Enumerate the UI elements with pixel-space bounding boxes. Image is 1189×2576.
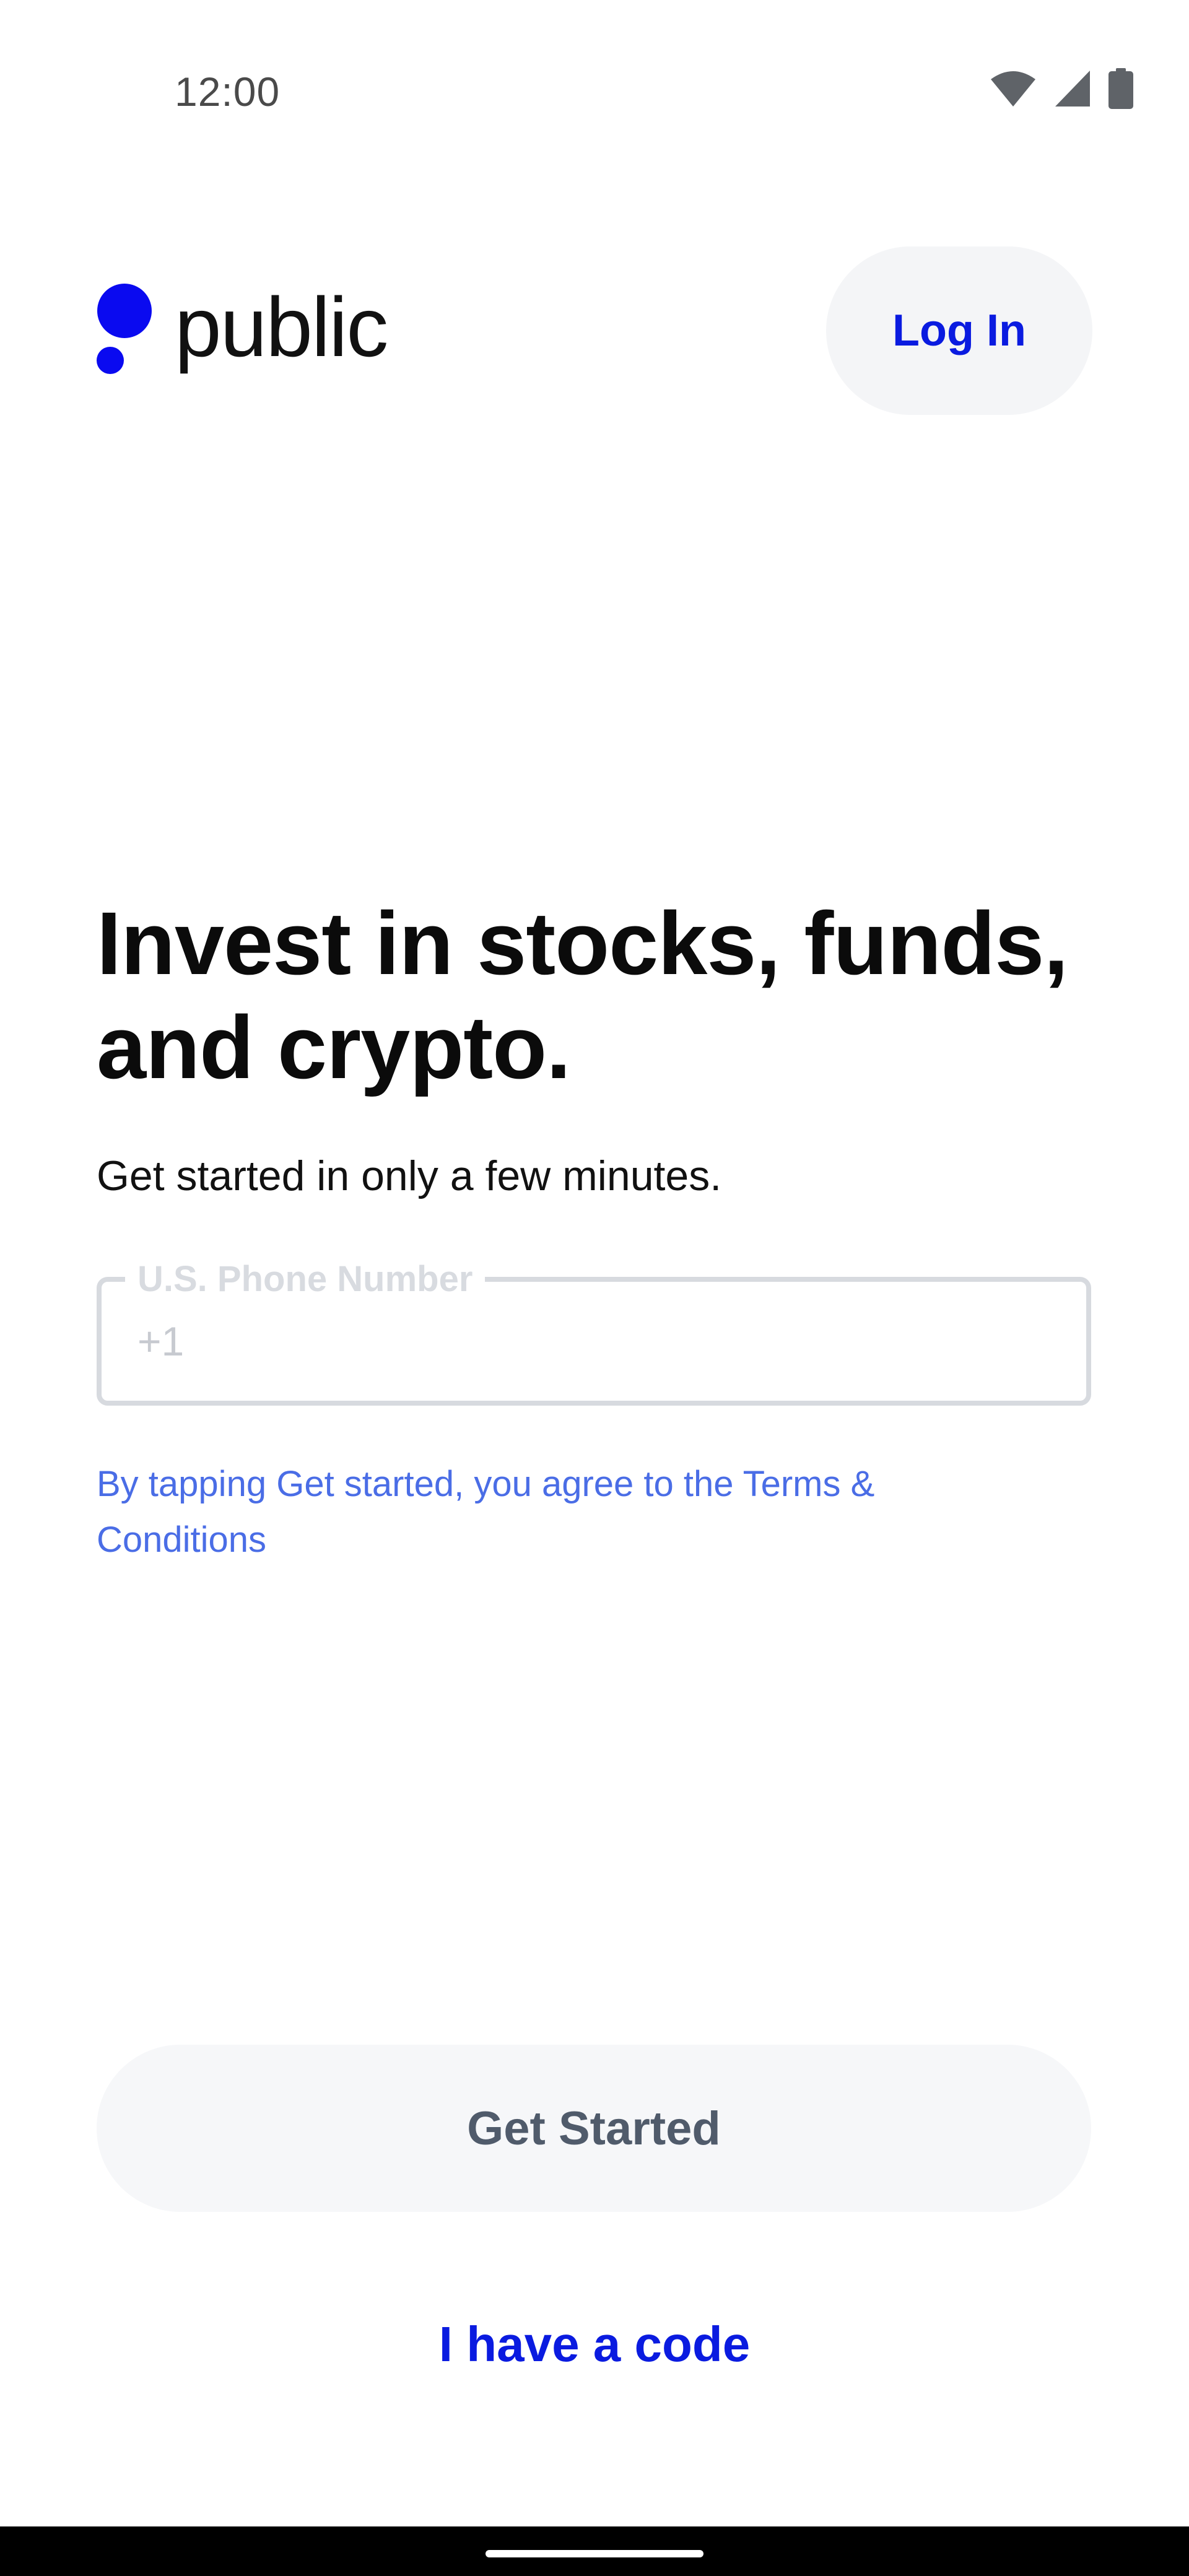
brand-name: public	[175, 280, 388, 374]
have-code-link[interactable]: I have a code	[0, 2316, 1189, 2373]
login-button[interactable]: Log In	[826, 246, 1092, 415]
get-started-button[interactable]: Get Started	[97, 2045, 1091, 2212]
wifi-icon	[990, 69, 1037, 111]
status-icons	[990, 67, 1133, 112]
terms-notice: By tapping Get started, you agree to the…	[97, 1456, 1026, 1568]
public-logo-icon	[97, 284, 152, 375]
battery-icon	[1108, 67, 1133, 112]
page-subtitle: Get started in only a few minutes.	[97, 1152, 722, 1199]
country-code-prefix: +1	[137, 1318, 185, 1364]
signup-screen: 12:00 public Log In Invest in stocks, fu…	[0, 0, 1189, 2576]
phone-number-input[interactable]	[194, 1307, 1052, 1376]
phone-number-field[interactable]: U.S. Phone Number +1	[97, 1255, 1091, 1406]
status-bar: 12:00	[0, 0, 1189, 186]
system-nav-bar	[0, 2526, 1189, 2576]
cell-signal-icon	[1054, 69, 1091, 111]
home-indicator[interactable]	[486, 2550, 703, 2557]
terms-text: By tapping Get started, you agree to the	[97, 1464, 743, 1504]
status-time: 12:00	[175, 69, 281, 115]
page-title: Invest in stocks, funds, and crypto.	[97, 894, 1068, 1097]
phone-field-label: U.S. Phone Number	[125, 1255, 486, 1304]
